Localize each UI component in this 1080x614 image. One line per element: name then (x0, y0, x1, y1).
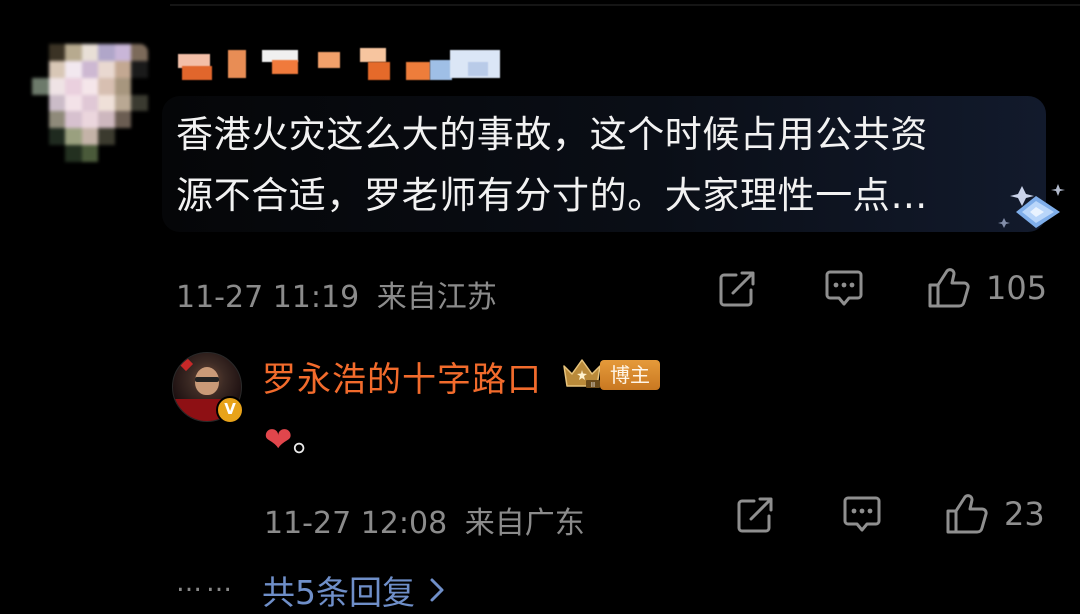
avatar-mosaic-cell (114, 44, 132, 61)
avatar-mosaic-cell (65, 60, 82, 78)
avatar-mosaic-cell (32, 128, 49, 146)
svg-text:II: II (591, 381, 595, 389)
avatar-mosaic-cell (98, 145, 115, 162)
avatar-mosaic-cell (98, 94, 115, 112)
share-icon (719, 271, 755, 307)
chevron-right-icon (430, 578, 444, 602)
comment-location-text: 来自江苏 (376, 280, 497, 315)
avatar-mosaic-cell (48, 111, 66, 129)
comment-icon (825, 270, 863, 306)
avatar-mosaic-cell (131, 77, 148, 95)
avatar-mosaic-cell (114, 77, 132, 95)
avatar-mosaic-cell (65, 44, 82, 61)
avatar-mosaic-cell (65, 145, 82, 162)
comment-text-line-1: 香港火灾这么大的事故，这个时候占用公共资 (176, 113, 928, 156)
comment-share-button[interactable] (716, 268, 758, 310)
avatar-mosaic-cell (48, 94, 66, 112)
avatar-mosaic-cell (131, 128, 148, 146)
reply-comment-button[interactable] (840, 494, 884, 536)
avatar-mosaic-cell (65, 128, 82, 146)
avatar-mosaic-cell (81, 145, 99, 162)
more-dots: …… (176, 568, 236, 598)
avatar-mosaic-cell (98, 111, 115, 129)
avatar-mosaic-cell (81, 77, 99, 95)
avatar-mosaic-cell (65, 94, 82, 112)
avatar-mosaic-cell (32, 44, 49, 61)
blogger-tag: 博主 (600, 360, 660, 390)
avatar-mosaic-cell (131, 44, 148, 61)
avatar-mosaic-cell (32, 60, 49, 78)
avatar-mosaic-cell (81, 128, 99, 146)
crown-icon: II (563, 359, 601, 389)
reply-content-text: 。 (292, 420, 327, 460)
avatar-mosaic-cell (98, 60, 115, 78)
comment-text[interactable]: 香港火灾这么大的事故，这个时候占用公共资 源不合适，罗老师有分寸的。大家理性一点… (176, 104, 1026, 226)
avatar-mosaic-cell (98, 128, 115, 146)
comment-time: 11-27 11:19 来自江苏 (176, 272, 497, 316)
avatar-mosaic-cell (48, 60, 66, 78)
avatar-mosaic-cell (114, 111, 132, 129)
comment-reply-button[interactable] (822, 268, 866, 310)
avatar-mosaic-cell (32, 145, 49, 162)
avatar-mosaic-cell (48, 145, 66, 162)
more-replies-link[interactable]: 共5条回复 (262, 566, 445, 614)
avatar-mosaic-cell (114, 94, 132, 112)
avatar-mosaic-cell (48, 128, 66, 146)
avatar-mosaic-cell (48, 77, 66, 95)
reply-like-count: 23 (1004, 495, 1045, 533)
comment-like-button[interactable]: 105 (926, 266, 1047, 310)
avatar-mosaic-cell (114, 60, 132, 78)
avatar-mosaic-cell (81, 94, 99, 112)
avatar-mosaic-cell (131, 60, 148, 78)
avatar-mosaic-cell (131, 145, 148, 162)
reply-share-button[interactable] (734, 494, 776, 536)
like-icon (928, 268, 970, 308)
reply-time: 11-27 12:08 来自广东 (264, 498, 585, 542)
reply-like-button[interactable]: 23 (944, 492, 1045, 536)
reply-author-name[interactable]: 罗永浩的十字路口 (262, 352, 542, 401)
avatar-mosaic-cell (32, 111, 49, 129)
avatar-mosaic-cell (65, 111, 82, 129)
avatar-mosaic-cell (114, 145, 132, 162)
comment-time-text: 11-27 11:19 (176, 280, 360, 315)
avatar-mosaic-cell (114, 128, 132, 146)
avatar-mosaic-cell (65, 77, 82, 95)
reply-time-text: 11-27 12:08 (264, 506, 448, 541)
avatar-logo (178, 356, 194, 372)
comment-icon (843, 496, 881, 532)
avatar-mosaic-cell (98, 44, 115, 61)
share-icon (737, 497, 773, 533)
reply-content[interactable]: ❤。 (264, 412, 327, 461)
top-divider (170, 4, 1080, 6)
commenter-avatar-pixelated[interactable] (32, 44, 148, 162)
reply-location-text: 来自广东 (464, 506, 585, 541)
avatar-mosaic-cell (32, 94, 49, 112)
verified-badge: V (216, 396, 244, 424)
commenter-name-pixelated[interactable] (178, 46, 508, 82)
comment-text-line-2: 源不合适，罗老师有分寸的。大家理性一点… (176, 174, 928, 217)
avatar-mosaic-cell (131, 94, 148, 112)
diamond-badge-icon (998, 184, 1065, 228)
avatar-mosaic-cell (131, 111, 148, 129)
avatar-mosaic-cell (32, 77, 49, 95)
like-icon (946, 494, 988, 534)
avatar-mosaic-cell (98, 77, 115, 95)
avatar-mosaic-cell (48, 44, 66, 61)
heart-emoji: ❤ (264, 420, 293, 460)
avatar-mosaic-cell (81, 111, 99, 129)
avatar-glasses (195, 377, 219, 382)
avatar-mosaic-cell (81, 44, 99, 61)
more-replies-label: 共5条回复 (262, 573, 415, 612)
avatar-mosaic-cell (81, 60, 99, 78)
comment-like-count: 105 (986, 269, 1048, 307)
